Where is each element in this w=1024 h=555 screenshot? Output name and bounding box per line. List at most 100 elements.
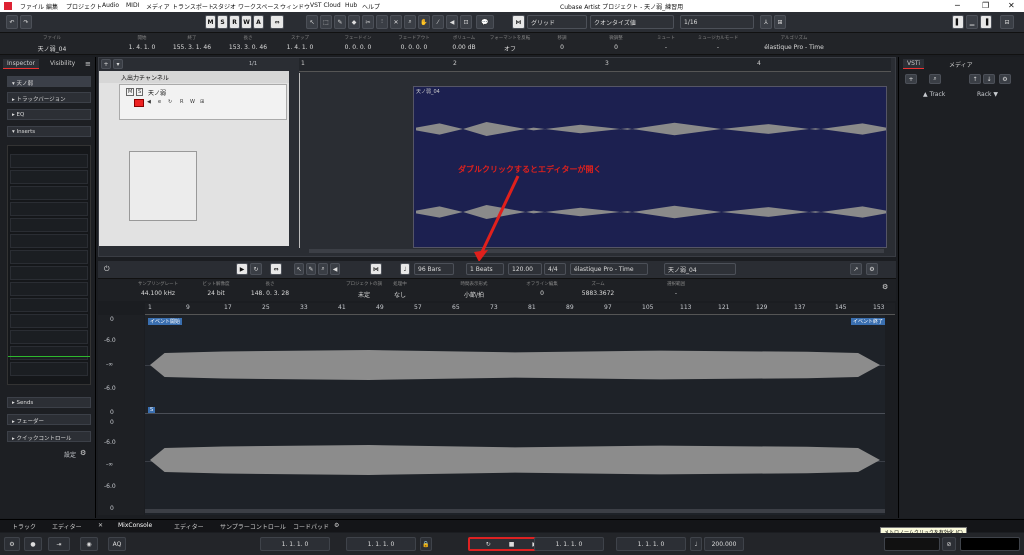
cycle-icon[interactable]: ↻ <box>486 541 491 548</box>
range-select-icon[interactable]: ⬚ <box>320 15 332 29</box>
lock-icon[interactable]: 🔒 <box>420 537 432 551</box>
tempo-display[interactable]: 200.000 <box>704 537 744 551</box>
menu-workspace[interactable]: ワークスペース <box>238 2 279 11</box>
loop-play-icon[interactable]: ↻ <box>250 263 262 275</box>
erase-icon[interactable]: ◆ <box>348 15 360 29</box>
grid-type-select[interactable]: グリッド <box>527 15 587 29</box>
menu-vst-cloud[interactable]: VST Cloud <box>310 2 341 9</box>
section-track-versions[interactable]: ▸ トラックバージョン <box>7 92 91 103</box>
quantize-type-select[interactable]: クオンタイズ値 <box>590 15 674 29</box>
rack-section[interactable]: Rack ▼ <box>977 91 998 98</box>
read-track-icon[interactable]: R <box>180 99 183 105</box>
loop-icon[interactable]: ↻ <box>168 99 172 105</box>
tab-vsti[interactable]: VSTi <box>903 59 925 69</box>
signature-field[interactable]: 4/4 <box>544 263 566 275</box>
tab-visibility[interactable]: Visibility <box>46 59 79 69</box>
menu-edit[interactable]: 編集 <box>46 2 58 11</box>
insert-slot[interactable] <box>10 186 88 200</box>
tab-editor[interactable]: エディター <box>52 522 82 531</box>
tab-sampler-control[interactable]: サンプラーコントロール <box>220 522 286 531</box>
section-eq[interactable]: ▸ EQ <box>7 109 91 120</box>
lower-zone-toggle-icon[interactable]: ▁ <box>966 15 978 29</box>
bars-select[interactable]: 96 Bars <box>414 263 454 275</box>
menu-studio[interactable]: スタジオ <box>212 2 236 11</box>
insert-slot[interactable] <box>10 170 88 184</box>
settings-icon[interactable]: ⚙ <box>4 537 20 551</box>
playhead-cursor[interactable] <box>299 73 300 248</box>
metronome-icon[interactable]: ♩ <box>690 537 702 551</box>
menu-audio[interactable]: Audio <box>102 2 119 9</box>
write-track-icon[interactable]: W <box>190 99 195 105</box>
track-preset-icon[interactable]: ▾ <box>113 59 123 69</box>
event-end-marker[interactable]: イベント終了 <box>851 318 885 325</box>
primary-time-display[interactable]: 1. 1. 1. 0 <box>534 537 604 551</box>
left-zone-toggle-icon[interactable]: ▌ <box>952 15 964 29</box>
algorithm-select[interactable]: élastique Pro - Time <box>570 263 648 275</box>
right-locator[interactable]: 1. 1. 1. 0 <box>346 537 416 551</box>
menu-hub[interactable]: Hub <box>345 2 357 9</box>
settings-icon[interactable]: ⚙ <box>999 74 1011 84</box>
auto-scroll-icon[interactable]: ⇔ <box>270 263 282 275</box>
insert-slot[interactable] <box>10 330 88 344</box>
inspector-track-name[interactable]: ▾ 天ノ弱 <box>7 76 91 87</box>
line-tool-icon[interactable]: ⁄ <box>432 15 444 29</box>
beats-select[interactable]: 1 Beats <box>466 263 504 275</box>
quantize-value-select[interactable]: 1/16 <box>680 15 754 29</box>
horizontal-scrollbar[interactable] <box>145 509 885 513</box>
pencil-icon[interactable]: ✎ <box>306 263 316 275</box>
musical-mode-icon[interactable]: ♩ <box>400 263 410 275</box>
lanes-icon[interactable]: ⊞ <box>200 99 204 105</box>
pre-roll-icon[interactable]: ◉ <box>80 537 98 551</box>
close-icon[interactable]: ✕ <box>1008 1 1015 10</box>
menu-icon[interactable]: ≡ <box>85 60 91 68</box>
zoom-icon[interactable]: ⌕ <box>404 15 416 29</box>
add-instrument-icon[interactable]: + <box>905 74 917 84</box>
redo-icon[interactable]: ↷ <box>20 15 32 29</box>
right-zone-toggle-icon[interactable]: ▐ <box>980 15 992 29</box>
monitor-icon[interactable]: ◀ <box>147 99 151 105</box>
menu-midi[interactable]: MIDI <box>126 2 139 9</box>
insert-slot[interactable] <box>10 362 88 376</box>
sample-editor-waveform[interactable]: イベント開始 イベント終了 S <box>145 315 885 515</box>
tempo-field[interactable]: 120.00 <box>508 263 542 275</box>
stop-icon[interactable]: ■ <box>509 541 515 548</box>
mute-track-button[interactable]: M <box>126 88 135 96</box>
punch-icon[interactable]: ⇥ <box>48 537 70 551</box>
quantize-panel-icon[interactable]: ⊞ <box>774 15 786 29</box>
menu-window[interactable]: ウィンドウ <box>280 2 310 11</box>
mute-tool-icon[interactable]: ✕ <box>390 15 402 29</box>
settings-icon[interactable]: ⚙ <box>866 263 878 275</box>
gear-icon[interactable]: ⚙ <box>80 449 86 457</box>
insert-slot[interactable] <box>10 250 88 264</box>
tab-media[interactable]: メディア <box>945 59 977 69</box>
add-track-icon[interactable]: + <box>101 59 111 69</box>
section-fader[interactable]: ▸ フェーダー <box>7 414 91 425</box>
section-quick-controls[interactable]: ▸ クイックコントロール <box>7 431 91 442</box>
secondary-time-display[interactable]: 1. 1. 1. 0 <box>616 537 686 551</box>
solo-button[interactable]: S <box>217 15 228 29</box>
tab-editor-2[interactable]: エディター <box>174 522 204 531</box>
track-section[interactable]: ▲ Track <box>923 91 945 98</box>
audio-track[interactable]: M S 天ノ弱 ◀ e ↻ R W ⊞ <box>119 84 287 120</box>
open-window-icon[interactable]: ↗ <box>850 263 862 275</box>
snap-icon[interactable]: ⋈ <box>370 263 382 275</box>
folder-track[interactable]: 入出力チャンネル <box>99 71 289 83</box>
insert-slot[interactable] <box>10 202 88 216</box>
close-icon[interactable]: ✕ <box>98 522 103 529</box>
snap-icon[interactable]: ⋈ <box>512 15 525 29</box>
project-ruler[interactable]: 1 2 3 4 <box>299 58 891 72</box>
insert-slot[interactable] <box>10 314 88 328</box>
comp-tool-icon[interactable]: ⊡ <box>460 15 472 29</box>
menu-file[interactable]: ファイル <box>20 2 44 11</box>
maximize-icon[interactable]: ❐ <box>982 1 989 10</box>
file-select[interactable]: 天ノ弱_04 <box>664 263 736 275</box>
read-button[interactable]: R <box>229 15 240 29</box>
auto-quantize-button[interactable]: AQ <box>108 537 126 551</box>
tab-track[interactable]: トラック <box>12 522 36 531</box>
insert-slot[interactable] <box>10 218 88 232</box>
layout-icon[interactable]: ⊟ <box>1000 15 1014 29</box>
tab-mixconsole[interactable]: MixConsole <box>118 522 152 529</box>
auto-scroll-icon[interactable]: ⇔ <box>270 15 284 29</box>
undo-icon[interactable]: ↶ <box>6 15 18 29</box>
move-up-icon[interactable]: ↑ <box>969 74 981 84</box>
